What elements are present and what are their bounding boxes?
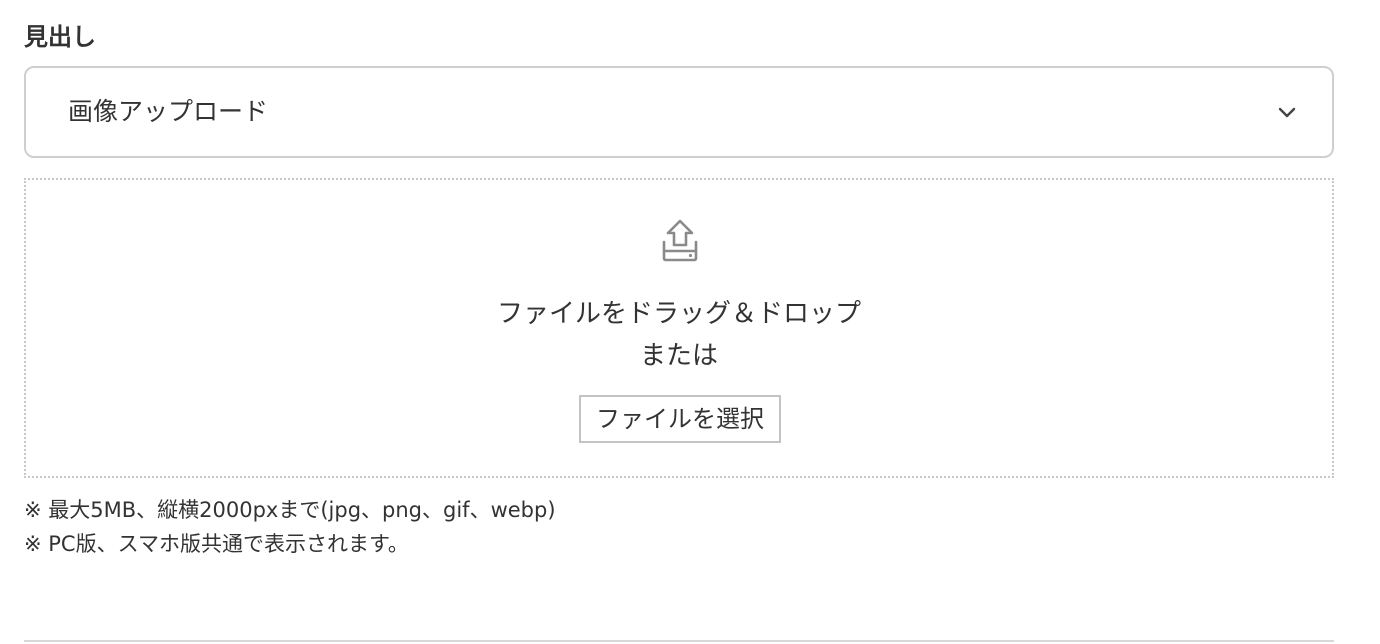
upload-note-display: ※ PC版、スマホ版共通で表示されます。 (24, 532, 409, 556)
divider (24, 640, 1334, 642)
upload-icon (662, 219, 698, 262)
drop-instruction: ファイルをドラッグ＆ドロップ (496, 299, 861, 329)
section-heading: 見出し (24, 23, 96, 51)
heading-type-select[interactable]: 画像アップロード (24, 66, 1334, 158)
select-file-button[interactable]: ファイルを選択 (579, 395, 781, 443)
upload-note-size: ※ 最大5MB、縦横2000pxまで(jpg、png、gif、webp) (24, 498, 556, 522)
select-value: 画像アップロード (68, 97, 269, 126)
chevron-down-icon (1278, 107, 1296, 118)
file-drop-zone[interactable]: ファイルをドラッグ＆ドロップ または ファイルを選択 (24, 178, 1334, 478)
drop-instruction-or: または (639, 341, 718, 371)
